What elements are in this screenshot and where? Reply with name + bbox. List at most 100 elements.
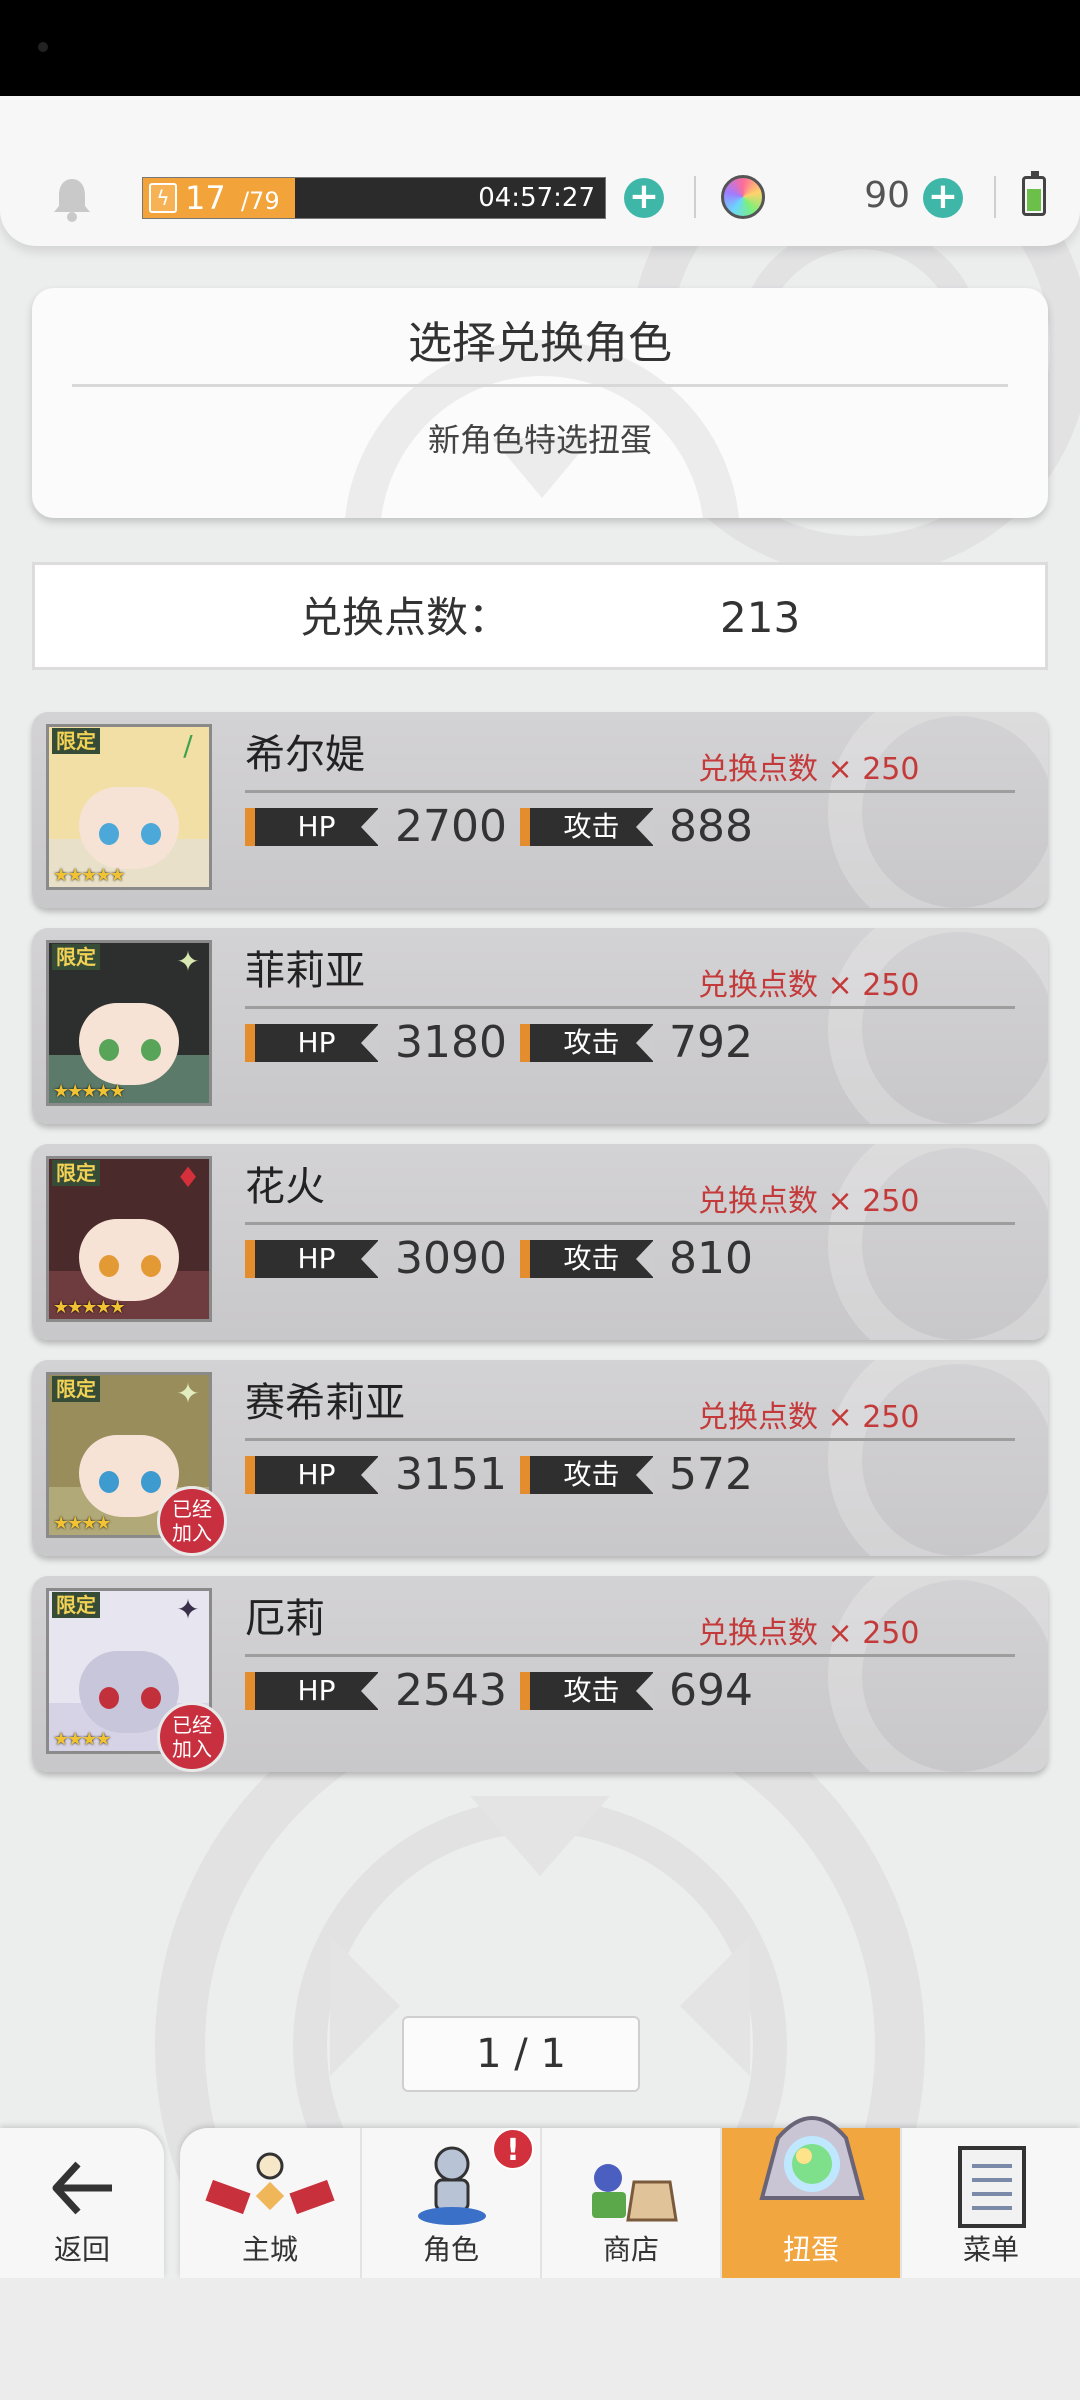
- tab-gacha[interactable]: 扭蛋: [720, 2116, 900, 2278]
- character-portrait: 限定 ✦ ★★★★★: [46, 940, 212, 1106]
- back-button[interactable]: 返回: [0, 2128, 164, 2278]
- character-card[interactable]: 限定 ✦ ★★★★ 已经 加入 赛希莉亚 兑换点数 × 250 HP 3151 攻…: [32, 1360, 1048, 1556]
- hp-tag: HP: [245, 808, 379, 846]
- character-name: 菲莉亚: [245, 948, 365, 994]
- lightning-icon: ϟ: [149, 183, 177, 213]
- attack-value: 810: [669, 1233, 753, 1284]
- hp-value: 3151: [395, 1449, 507, 1500]
- rarity-stars: ★★★★★: [53, 1081, 126, 1102]
- bell-icon[interactable]: [48, 175, 96, 223]
- attack-tag: 攻击: [520, 1672, 654, 1710]
- rarity-stars: ★★★★★: [53, 1297, 126, 1318]
- divider: [245, 1654, 1015, 1657]
- exchange-cost: 兑换点数 × 250: [698, 1616, 920, 1651]
- tab-character[interactable]: ! 角色: [360, 2128, 540, 2278]
- bottom-nav: 主城 ! 角色 商店 扭蛋 菜单: [180, 2116, 1080, 2278]
- add-gem-button[interactable]: +: [923, 178, 963, 218]
- menu-list-icon: [958, 2146, 1026, 2228]
- rarity-stars: ★★★★★: [53, 865, 126, 886]
- character-portrait: 限定 ♦ ★★★★★: [46, 1156, 212, 1322]
- gacha-icon: [759, 2116, 865, 2200]
- divider: [245, 790, 1015, 793]
- character-name: 希尔媞: [245, 732, 365, 778]
- tab-label: 菜单: [962, 2233, 1019, 2266]
- limited-tag: 限定: [52, 1376, 100, 1402]
- camera-dot: [38, 42, 48, 52]
- already-joined-badge: 已经 加入: [157, 1702, 227, 1772]
- panel-subtitle: 新角色特选扭蛋: [427, 421, 652, 459]
- character-card[interactable]: 限定 ✦ ★★★★★ 菲莉亚 兑换点数 × 250 HP 3180 攻击 792: [32, 928, 1048, 1124]
- limited-tag: 限定: [52, 944, 100, 970]
- hp-tag: HP: [245, 1024, 379, 1062]
- divider: [245, 1006, 1015, 1009]
- character-portrait: 限定 / ★★★★★: [46, 724, 212, 890]
- exchange-points-box: 兑换点数： 213: [32, 562, 1048, 670]
- tab-menu[interactable]: 菜单: [900, 2128, 1080, 2278]
- exchange-cost: 兑换点数 × 250: [698, 968, 920, 1003]
- wind-element-icon: /: [183, 729, 193, 762]
- stamina-timer: 04:57:27: [478, 183, 595, 213]
- bottom-safe-area: [0, 2278, 1080, 2400]
- notification-badge: !: [492, 2128, 534, 2170]
- select-character-panel: 选择兑换角色 新角色特选扭蛋: [32, 288, 1048, 518]
- tab-label: 角色: [422, 2233, 479, 2266]
- panel-title: 选择兑换角色: [408, 318, 672, 369]
- character-name: 花火: [245, 1164, 325, 1210]
- dark-element-icon: ✦: [176, 1593, 200, 1626]
- divider: [994, 176, 996, 218]
- attack-value: 572: [669, 1449, 753, 1500]
- limited-tag: 限定: [52, 1592, 100, 1618]
- tab-shop[interactable]: 商店: [540, 2128, 720, 2278]
- hp-value: 3180: [395, 1017, 507, 1068]
- back-arrow-icon: [52, 2161, 112, 2215]
- exchange-cost: 兑换点数 × 250: [698, 1184, 920, 1219]
- character-card[interactable]: 限定 ✦ ★★★★ 已经 加入 厄莉 兑换点数 × 250 HP 2543 攻击 …: [32, 1576, 1048, 1772]
- character-card[interactable]: 限定 / ★★★★★ 希尔媞 兑换点数 × 250 HP 2700 攻击 888: [32, 712, 1048, 908]
- divider: [694, 176, 696, 218]
- tab-label: 商店: [602, 2233, 659, 2266]
- already-joined-badge: 已经 加入: [157, 1486, 227, 1556]
- limited-tag: 限定: [52, 728, 100, 754]
- shop-icon: [592, 2164, 678, 2222]
- castle-icon: [205, 2152, 335, 2215]
- stamina-bar: ϟ 17 /79 04:57:27: [142, 177, 606, 219]
- hp-value: 2543: [395, 1665, 507, 1716]
- tab-label: 扭蛋: [782, 2233, 839, 2266]
- attack-value: 888: [669, 801, 753, 852]
- tab-castle[interactable]: 主城: [180, 2128, 360, 2278]
- hp-tag: HP: [245, 1240, 379, 1278]
- battery-icon: [1022, 171, 1046, 216]
- points-value: 213: [720, 593, 801, 642]
- fire-element-icon: ♦: [175, 1161, 201, 1194]
- hp-tag: HP: [245, 1456, 379, 1494]
- tab-label: 主城: [241, 2233, 298, 2266]
- system-status-bar: [0, 0, 1080, 96]
- gem-icon: [721, 175, 765, 219]
- hp-value: 2700: [395, 801, 507, 852]
- limited-tag: 限定: [52, 1160, 100, 1186]
- light-element-icon: ✦: [176, 945, 200, 978]
- attack-tag: 攻击: [520, 1456, 654, 1494]
- divider: [245, 1222, 1015, 1225]
- page-indicator: 1 / 1: [402, 2016, 640, 2092]
- stamina-current: 17: [185, 179, 226, 217]
- attack-value: 694: [669, 1665, 753, 1716]
- attack-value: 792: [669, 1017, 753, 1068]
- hp-value: 3090: [395, 1233, 507, 1284]
- exchange-cost: 兑换点数 × 250: [698, 752, 920, 787]
- attack-tag: 攻击: [520, 1240, 654, 1278]
- exchange-cost: 兑换点数 × 250: [698, 1400, 920, 1435]
- character-card[interactable]: 限定 ♦ ★★★★★ 花火 兑换点数 × 250 HP 3090 攻击 810: [32, 1144, 1048, 1340]
- divider: [72, 384, 1008, 387]
- stamina-max: /79: [241, 187, 280, 215]
- rarity-stars: ★★★★: [53, 1513, 112, 1534]
- add-stamina-button[interactable]: +: [624, 178, 664, 218]
- light-element-icon: ✦: [176, 1377, 200, 1410]
- gem-count: 90: [864, 175, 910, 216]
- character-name: 赛希莉亚: [245, 1380, 405, 1426]
- rarity-stars: ★★★★: [53, 1729, 112, 1750]
- top-resource-bar: [0, 96, 1080, 246]
- attack-tag: 攻击: [520, 808, 654, 846]
- divider: [245, 1438, 1015, 1441]
- character-name: 厄莉: [245, 1596, 325, 1642]
